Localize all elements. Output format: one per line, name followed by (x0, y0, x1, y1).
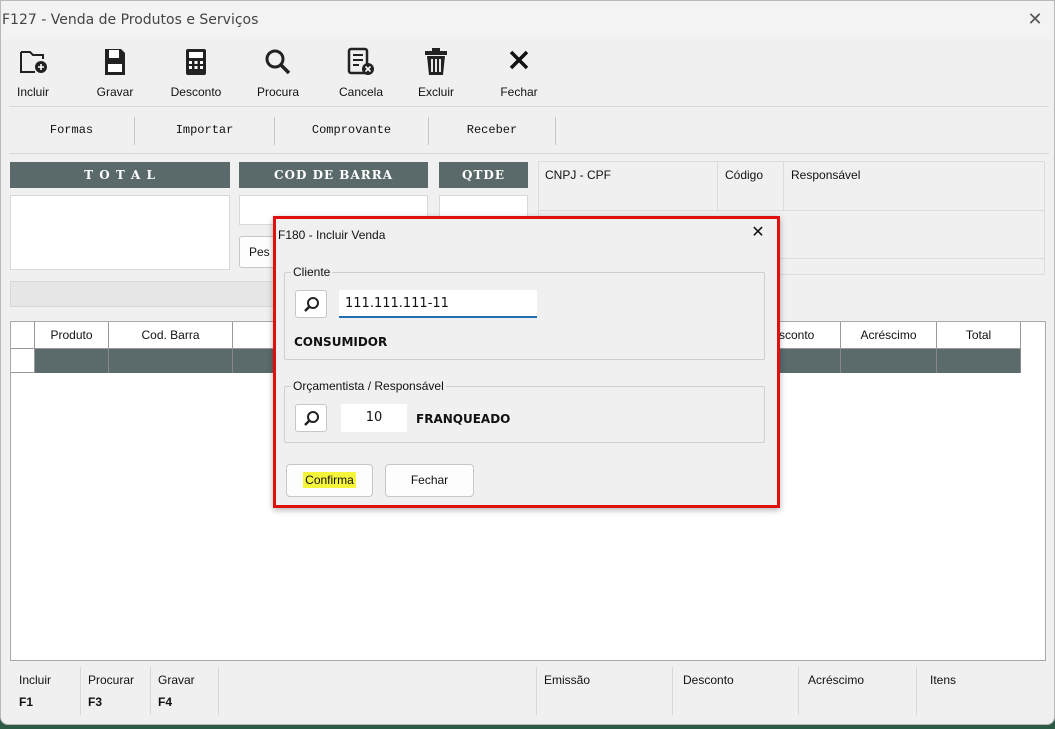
divider (539, 210, 1044, 211)
qty-header: QTDE (439, 162, 528, 188)
responsavel-label: Responsável (791, 168, 861, 182)
save-icon (105, 49, 125, 75)
tab-comprovante[interactable]: Comprovante (275, 117, 429, 145)
include-button[interactable]: Incluir (9, 43, 57, 105)
table-row[interactable] (937, 349, 1021, 373)
barcode-header: COD DE BARRA (239, 162, 428, 188)
divider (80, 667, 81, 715)
discount-button[interactable]: Desconto (163, 43, 229, 105)
discount-label: Desconto (170, 85, 222, 99)
col-desconto[interactable]: sconto (777, 322, 841, 349)
row-indicator[interactable] (11, 349, 35, 373)
divider (672, 667, 673, 715)
orcamentista-code-input[interactable]: 10 (341, 404, 407, 432)
footer-procurar-label: Procurar (88, 673, 135, 687)
emissao-label: Emissão (544, 673, 591, 687)
search-button[interactable]: Procura (249, 43, 307, 105)
col-cod-barra[interactable]: Cod. Barra (109, 322, 233, 349)
desconto-label: Desconto (683, 673, 734, 687)
search-icon (304, 297, 319, 312)
divider (536, 667, 537, 715)
cliente-search-button[interactable] (295, 290, 327, 318)
calculator-icon (186, 49, 206, 75)
cancel-label: Cancela (338, 85, 384, 99)
cancel-doc-icon (347, 47, 374, 75)
search-label: Procura (256, 85, 300, 99)
dialog-title: F180 - Incluir Venda (278, 228, 386, 242)
divider (717, 162, 718, 210)
footer-gravar-label: Gravar (158, 673, 195, 687)
cliente-legend: Cliente (291, 265, 333, 279)
window-close-button[interactable]: ✕ (1025, 9, 1045, 29)
cliente-name: CONSUMIDOR (294, 335, 388, 349)
footer-bar: Incluir F1 Procurar F3 Gravar F4 Emissão… (10, 663, 1048, 719)
total-header: T O T A L (10, 162, 230, 188)
divider (798, 667, 799, 715)
orcamentista-search-button[interactable] (295, 404, 327, 432)
table-row[interactable] (841, 349, 937, 373)
divider (783, 162, 784, 210)
grid-corner (11, 322, 35, 349)
tab-formas[interactable]: Formas (9, 117, 135, 145)
dialog-close-button[interactable]: ✕ (749, 224, 767, 242)
footer-gravar-key: F4 (158, 695, 173, 709)
table-row[interactable] (777, 349, 841, 373)
cancel-button[interactable]: Cancela (331, 43, 391, 105)
itens-label: Itens (930, 673, 957, 687)
total-display (10, 195, 230, 270)
divider (150, 667, 151, 715)
cliente-group: Cliente 111.111.111-11 CONSUMIDOR (284, 265, 765, 360)
tab-importar[interactable]: Importar (135, 117, 275, 145)
action-tabbar: Formas Importar Comprovante Receber (9, 107, 1049, 154)
background-strip (0, 725, 1055, 729)
confirm-label: Confirma (303, 472, 356, 488)
include-sale-dialog: F180 - Incluir Venda ✕ Cliente 111.111.1… (273, 216, 780, 508)
footer-incluir-label: Incluir (19, 673, 52, 687)
delete-label: Excluir (417, 85, 454, 99)
folder-plus-icon (20, 51, 47, 73)
trash-icon (425, 48, 447, 75)
orcamentista-group: Orçamentista / Responsável 10 FRANQUEADO (284, 379, 765, 443)
confirm-button[interactable]: Confirma (286, 464, 373, 497)
save-label: Gravar (96, 85, 134, 99)
window-title: F127 - Venda de Produtos e Serviços (2, 12, 259, 28)
col-acrescimo[interactable]: Acréscimo (841, 322, 937, 349)
dialog-close-text-button[interactable]: Fechar (385, 464, 474, 497)
col-produto[interactable]: Produto (35, 322, 109, 349)
col-total[interactable]: Total (937, 322, 1021, 349)
close-icon (509, 50, 529, 70)
tab-receber[interactable]: Receber (429, 117, 556, 145)
save-button[interactable]: Gravar (91, 43, 139, 105)
table-row[interactable] (109, 349, 233, 373)
codigo-label: Código (725, 168, 764, 182)
close-button[interactable]: Fechar (491, 43, 547, 105)
delete-button[interactable]: Excluir (409, 43, 463, 105)
toolbar: Incluir Gravar Desconto Procura Cancela … (9, 39, 1049, 107)
divider (916, 667, 917, 715)
cnpj-label: CNPJ - CPF (545, 168, 611, 182)
footer-incluir-key: F1 (19, 695, 34, 709)
include-label: Incluir (16, 85, 49, 99)
search-icon (265, 49, 291, 75)
cliente-input[interactable]: 111.111.111-11 (339, 290, 537, 318)
footer-procurar-key: F3 (88, 695, 103, 709)
close-label: Fechar (500, 85, 538, 99)
acrescimo-label: Acréscimo (808, 673, 865, 687)
title-bar: F127 - Venda de Produtos e Serviços ✕ (1, 1, 1054, 39)
divider (218, 667, 219, 715)
table-row[interactable] (35, 349, 109, 373)
orcamentista-legend: Orçamentista / Responsável (291, 379, 446, 393)
orcamentista-name: FRANQUEADO (416, 412, 511, 426)
search-icon (304, 411, 319, 426)
